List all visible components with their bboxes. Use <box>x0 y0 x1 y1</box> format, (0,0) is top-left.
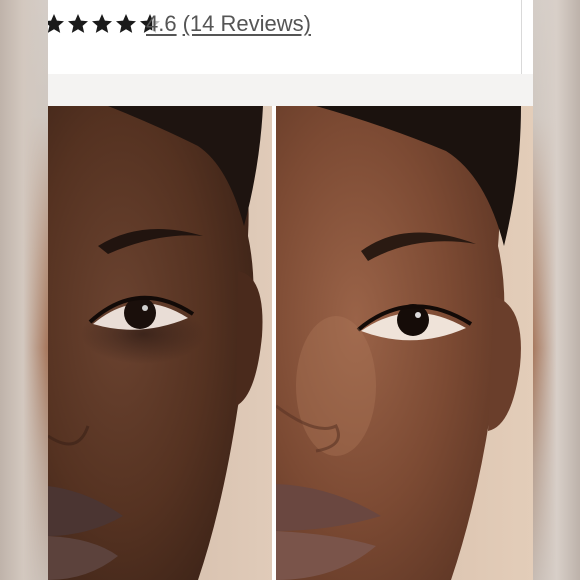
section-gap <box>48 74 533 106</box>
reviews-link[interactable]: 4.6 (14 Reviews) <box>146 10 317 38</box>
before-photo <box>48 106 272 580</box>
star-full-icon <box>48 14 64 33</box>
star-rating[interactable] <box>48 10 162 38</box>
before-face-image <box>48 106 272 580</box>
review-count: (14 Reviews) <box>182 11 311 36</box>
after-photo <box>276 106 533 580</box>
rating-score: 4.6 <box>146 11 177 36</box>
after-face-image <box>276 106 533 580</box>
divider-line <box>521 0 522 74</box>
star-full-icon <box>68 14 88 33</box>
star-full-icon <box>92 14 112 33</box>
product-card: 4.6 (14 Reviews) <box>48 0 533 580</box>
rating-bar: 4.6 (14 Reviews) <box>48 0 533 74</box>
star-full-icon <box>116 14 136 33</box>
